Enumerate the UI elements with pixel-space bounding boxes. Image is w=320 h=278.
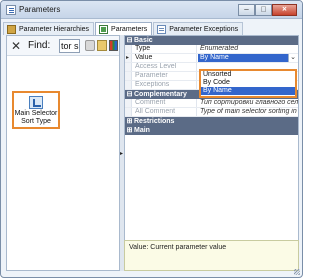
folder-icon[interactable] bbox=[97, 40, 107, 51]
minimize-icon: – bbox=[244, 4, 249, 14]
tab-label: Parameter Hierarchies bbox=[19, 25, 90, 33]
property-name: All Comment bbox=[132, 108, 197, 116]
value-dropdown-list: Unsorted By Code By Name bbox=[199, 69, 297, 98]
find-toolbar: ✕ Find: tor s bbox=[7, 36, 119, 56]
expand-icon: ⊞ bbox=[126, 118, 133, 125]
dropdown-option-selected[interactable]: By Name bbox=[201, 87, 295, 95]
parameters-window: Parameters – □ × Parameter Hierarchies P… bbox=[0, 0, 303, 278]
property-value: Type of main selector sorting in control bbox=[200, 108, 298, 115]
property-value: Enumerated bbox=[200, 45, 239, 52]
chevron-down-icon[interactable]: ⌄ bbox=[288, 54, 297, 62]
tab-label: Parameters bbox=[111, 26, 148, 33]
splitter-arrow-icon: ▸ bbox=[120, 151, 124, 157]
expand-icon: ⊞ bbox=[126, 127, 133, 134]
category-label: Basic bbox=[134, 37, 153, 44]
selected-parameter-item[interactable]: Main Selector Sort Type bbox=[12, 91, 60, 129]
collapse-icon: ⊟ bbox=[126, 37, 133, 44]
category-restrictions[interactable]: ⊞ Restrictions bbox=[125, 117, 298, 126]
close-find-button[interactable]: ✕ bbox=[11, 40, 21, 52]
parameters-app-icon bbox=[6, 5, 16, 15]
property-name: Comment bbox=[132, 99, 197, 107]
tab-label: Parameter Exceptions bbox=[169, 25, 239, 33]
dropdown-option[interactable]: Unsorted bbox=[201, 71, 295, 79]
find-label: Find: bbox=[28, 40, 51, 51]
category-basic[interactable]: ⊟ Basic bbox=[125, 36, 298, 45]
window-title: Parameters bbox=[19, 5, 61, 14]
property-row-type[interactable]: Type Enumerated bbox=[125, 45, 298, 54]
property-name: Parameter bbox=[132, 72, 197, 80]
maximize-button[interactable]: □ bbox=[255, 4, 272, 16]
property-row-value[interactable]: ▸ Value By Name ⌄ bbox=[125, 54, 298, 63]
hierarchy-icon bbox=[7, 24, 16, 34]
property-grid-pane: ⊟ Basic Type Enumerated ▸ Value By Name … bbox=[124, 35, 299, 271]
property-name: Type bbox=[132, 45, 197, 53]
search-input[interactable]: tor s bbox=[59, 39, 80, 53]
maximize-icon: □ bbox=[261, 4, 266, 14]
tab-parameter-exceptions[interactable]: Parameter Exceptions bbox=[153, 22, 244, 35]
property-name: Exceptions bbox=[132, 81, 197, 89]
collapse-icon: ⊟ bbox=[126, 91, 133, 98]
description-text: Value: Current parameter value bbox=[129, 244, 227, 251]
value-combo[interactable]: By Name ⌄ bbox=[197, 54, 298, 62]
palette-icon[interactable] bbox=[109, 40, 118, 51]
tab-strip: Parameter Hierarchies Parameters Paramet… bbox=[3, 22, 244, 36]
description-panel: Value: Current parameter value bbox=[124, 240, 299, 271]
parameter-item-icon bbox=[29, 96, 43, 109]
property-row-comment[interactable]: Comment Тип сортировки главного селектор… bbox=[125, 99, 298, 108]
minimize-button[interactable]: – bbox=[238, 4, 255, 16]
dropdown-option[interactable]: By Code bbox=[201, 79, 295, 87]
resize-grip-icon[interactable] bbox=[294, 269, 300, 275]
tab-parameter-hierarchies[interactable]: Parameter Hierarchies bbox=[3, 22, 95, 35]
category-label: Complementary bbox=[134, 91, 187, 98]
close-icon: × bbox=[282, 4, 287, 14]
close-window-button[interactable]: × bbox=[272, 4, 297, 16]
parameters-icon bbox=[99, 25, 109, 34]
parameter-list-pane: ✕ Find: tor s Main Selector Sort Type bbox=[6, 35, 120, 271]
property-name: Value bbox=[132, 54, 197, 62]
exceptions-icon bbox=[157, 24, 167, 34]
category-main[interactable]: ⊞ Main bbox=[125, 126, 298, 135]
tab-parameters[interactable]: Parameters bbox=[95, 22, 153, 36]
property-name: Access Level bbox=[132, 63, 197, 71]
property-value: Тип сортировки главного селектора bbox=[200, 99, 298, 106]
current-row-pointer-icon: ▸ bbox=[126, 55, 130, 61]
category-label: Main bbox=[134, 127, 150, 134]
category-label: Restrictions bbox=[134, 118, 175, 125]
window-controls: – □ × bbox=[238, 4, 297, 16]
property-row-all-comment[interactable]: All Comment Type of main selector sortin… bbox=[125, 108, 298, 117]
title-bar: Parameters – □ × bbox=[1, 1, 302, 19]
binoculars-icon[interactable] bbox=[85, 40, 95, 51]
value-combo-text[interactable]: By Name bbox=[198, 54, 296, 62]
parameter-item-label: Main Selector Sort Type bbox=[14, 110, 58, 125]
